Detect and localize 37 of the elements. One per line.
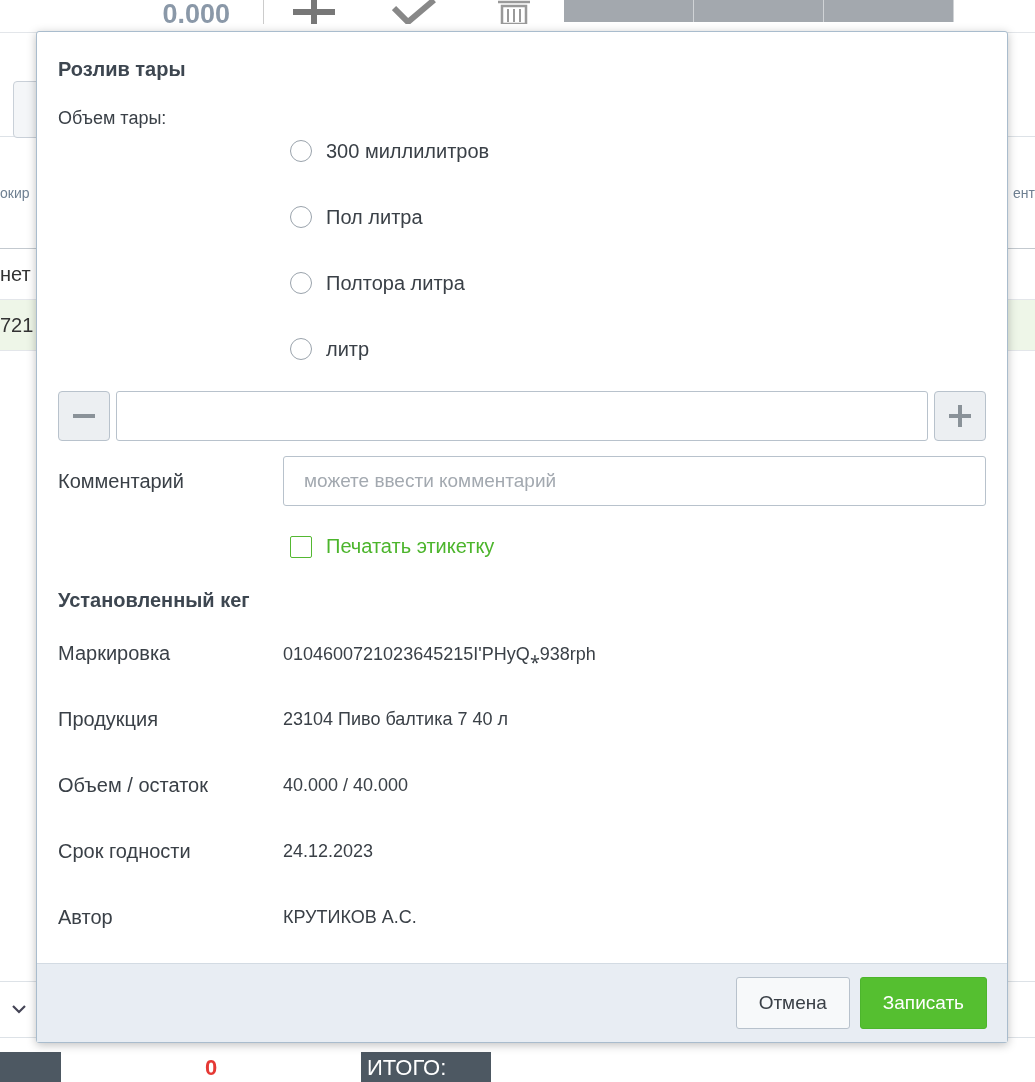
field-label: Продукция xyxy=(58,707,160,731)
minus-button[interactable] xyxy=(58,391,110,441)
volume-label: Объем тары: xyxy=(58,107,168,130)
table-cell: 721 xyxy=(0,313,34,337)
total-value: 0.000 xyxy=(161,0,230,28)
field-value: 24.12.2023 xyxy=(283,840,374,862)
volume-option[interactable]: Пол литра xyxy=(290,204,986,230)
footer-block xyxy=(0,1052,61,1082)
volume-option[interactable]: Полтора литра xyxy=(290,270,986,296)
chevron-down-icon[interactable] xyxy=(12,1005,26,1014)
field-value: 0104600721023645215I'PHyQ⁎938rph xyxy=(283,643,596,665)
plus-icon[interactable] xyxy=(293,0,335,24)
field-label: Объем / остаток xyxy=(58,773,209,797)
total-label: ИТОГО: xyxy=(361,1052,491,1082)
field-value: 40.000 / 40.000 xyxy=(283,774,409,796)
comment-label: Комментарий xyxy=(58,469,185,493)
checkbox[interactable] xyxy=(290,535,312,558)
field-label: Автор xyxy=(58,905,114,929)
field-value: КРУТИКОВ А.С. xyxy=(283,906,417,928)
comment-field[interactable]: можете ввести комментарий xyxy=(283,456,986,506)
volume-option[interactable]: 300 миллилитров xyxy=(290,138,986,164)
column-header: окир xyxy=(0,184,30,201)
plus-button[interactable] xyxy=(934,391,986,441)
check-icon[interactable] xyxy=(392,0,436,24)
section-title: Установленный кег xyxy=(58,589,251,612)
total-count: 0 xyxy=(203,1054,219,1082)
column-header: ент xyxy=(1013,184,1035,201)
dialog-title: Розлив тары xyxy=(58,57,187,82)
table-cell: нет xyxy=(0,262,31,286)
cancel-button[interactable]: Отмена xyxy=(735,977,850,1029)
field-label: Маркировка xyxy=(58,641,172,665)
plus-icon xyxy=(949,405,971,427)
minus-icon xyxy=(73,414,95,418)
volume-option[interactable]: литр xyxy=(290,336,986,362)
field-label: Срок годности xyxy=(58,839,192,863)
field-value: 23104 Пиво балтика 7 40 л xyxy=(283,708,508,730)
trash-icon[interactable] xyxy=(496,0,532,24)
